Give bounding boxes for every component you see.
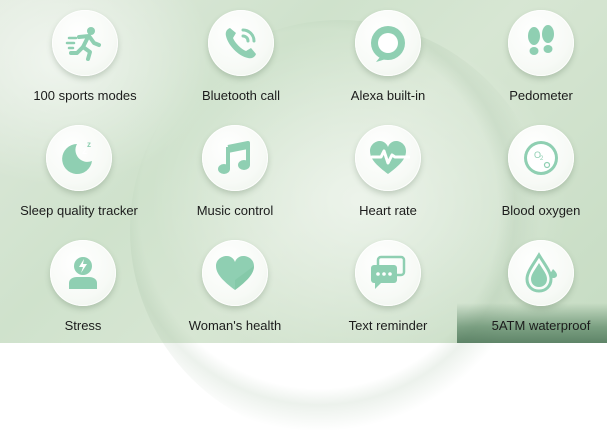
chat-bubbles-icon (371, 255, 406, 289)
feature-icon-badge (52, 10, 118, 76)
alexa-ring-icon (371, 26, 405, 62)
feature-text-reminder: Text reminder (313, 240, 463, 352)
feature-label: Sleep quality tracker (20, 203, 138, 218)
feature-label: Blood oxygen (501, 203, 581, 218)
feature-womans-health: Woman's health (160, 240, 310, 352)
feature-pedometer: Pedometer (466, 10, 607, 122)
feature-icon-badge (208, 10, 274, 76)
feature-label: Pedometer (509, 88, 573, 103)
water-drop-icon (525, 252, 557, 293)
feature-label: Heart rate (359, 203, 417, 218)
stress-person-icon (69, 257, 97, 289)
moon-zzz-icon: z z (62, 140, 92, 174)
feature-blood-oxygen: O 2 Blood oxygen (466, 125, 607, 237)
phone-call-icon (225, 28, 256, 59)
feature-waterproof: 5ATM waterproof (466, 240, 607, 352)
o2-drop-icon: O 2 (524, 141, 558, 175)
feature-label: Stress (64, 318, 102, 333)
feature-label: Text reminder (348, 318, 428, 333)
music-note-icon (218, 141, 250, 174)
feature-bluetooth-call: Bluetooth call (166, 10, 316, 122)
feature-icon-badge (50, 240, 116, 306)
running-person-icon (65, 27, 101, 61)
feature-icon-badge (508, 10, 574, 76)
feature-icon-badge (508, 240, 574, 306)
feature-grid: 100 sports modes Bluetooth call Alexa bu… (0, 0, 607, 343)
feature-alexa: Alexa built-in (313, 10, 463, 122)
feature-label: 5ATM waterproof (491, 318, 591, 333)
feature-label: Bluetooth call (201, 88, 281, 103)
heart-icon (216, 256, 254, 290)
feature-icon-badge (202, 125, 268, 191)
feature-label: 100 sports modes (33, 88, 137, 103)
svg-text:z: z (87, 140, 91, 149)
feature-label: Music control (196, 203, 274, 218)
feature-icon-badge: O 2 (508, 125, 574, 191)
heart-pulse-icon (370, 141, 410, 174)
feature-sleep-tracker: z z Sleep quality tracker (4, 125, 154, 237)
feature-music-control: Music control (160, 125, 310, 237)
feature-icon-badge (355, 240, 421, 306)
footprints-icon (528, 25, 554, 55)
feature-icon-badge (355, 125, 421, 191)
feature-icon-badge (202, 240, 268, 306)
feature-stress: Stress (8, 240, 158, 352)
feature-icon-badge: z z (46, 125, 112, 191)
feature-label: Woman's health (188, 318, 282, 333)
feature-heart-rate: Heart rate (313, 125, 463, 237)
feature-icon-badge (355, 10, 421, 76)
feature-label: Alexa built-in (350, 88, 426, 103)
feature-sports-modes: 100 sports modes (10, 10, 160, 122)
